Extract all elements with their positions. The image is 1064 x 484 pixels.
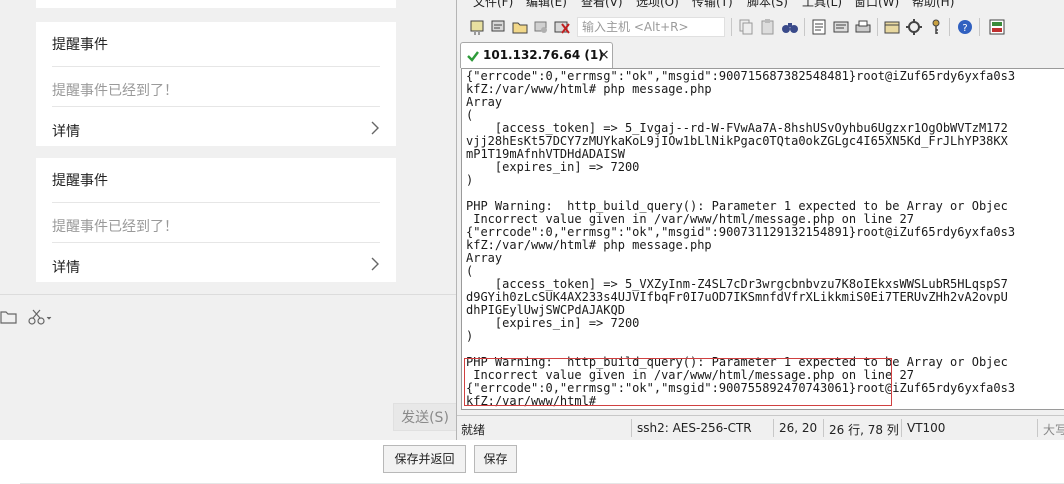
checkmark-icon — [467, 51, 479, 62]
disconnect-icon[interactable] — [553, 18, 571, 36]
reconnect-icon[interactable] — [532, 18, 550, 36]
card-divider — [52, 66, 380, 67]
terminal-line: Array — [466, 95, 503, 109]
save-button[interactable]: 保存 — [474, 445, 517, 473]
status-separator — [631, 419, 632, 437]
folder-icon[interactable] — [0, 308, 18, 326]
message-card-partial — [36, 0, 396, 8]
menu-item-view[interactable]: 查看(V) — [581, 0, 623, 10]
card-divider — [52, 202, 380, 203]
terminal-line: [expires_in] => 7200 — [466, 316, 640, 330]
card-description: 提醒事件已经到了！ — [52, 83, 178, 99]
toolbar-separator — [877, 18, 878, 36]
status-bar: 就绪 ssh2: AES-256-CTR 26, 20 26 行, 78 列 V… — [457, 415, 1064, 440]
status-size: 26 行, 78 列 — [829, 423, 899, 437]
status-separator — [901, 419, 902, 437]
menu-item-script[interactable]: 脚本(S) — [747, 0, 788, 10]
menu-item-edit[interactable]: 编辑(E) — [526, 0, 567, 10]
scissors-icon[interactable] — [28, 308, 54, 326]
app-icon[interactable] — [988, 18, 1006, 36]
chevron-right-icon[interactable] — [370, 256, 380, 272]
status-separator — [1037, 419, 1038, 437]
paste-icon[interactable] — [759, 18, 777, 36]
connect-icon[interactable] — [469, 18, 487, 36]
chevron-right-icon[interactable] — [370, 120, 380, 136]
send-button[interactable]: 发送(S) — [393, 403, 456, 431]
card-title: 提醒事件 — [52, 37, 108, 53]
printer-icon[interactable] — [854, 18, 872, 36]
session-options-icon[interactable] — [883, 18, 901, 36]
terminal-line: ) — [466, 173, 474, 187]
copy-icon[interactable] — [737, 18, 755, 36]
status-cursor: 26, 20 — [779, 421, 818, 435]
toolbar-separator — [979, 18, 980, 36]
svg-text:?: ? — [962, 23, 967, 34]
card-description: 提醒事件已经到了！ — [52, 219, 178, 235]
status-protocol: ssh2: AES-256-CTR — [637, 421, 752, 435]
toolbar-separator — [731, 18, 732, 36]
terminal-line: ) — [466, 329, 474, 343]
status-separator — [823, 419, 824, 437]
print-icon[interactable] — [810, 18, 828, 36]
status-separator — [773, 419, 774, 437]
log-icon[interactable] — [832, 18, 850, 36]
terminal-output[interactable]: {"errcode":0,"errmsg":"ok","msgid":90071… — [461, 68, 1064, 410]
session-tab-label: 101.132.76.64 (1) — [483, 48, 604, 62]
menu-item-options[interactable]: 选项(O) — [636, 0, 679, 10]
chat-panel: 提醒事件 提醒事件已经到了！ 详情 提醒事件 提醒事件已经到了！ 详情 发送(S… — [0, 0, 456, 440]
find-icon[interactable] — [781, 18, 799, 36]
card-detail-link[interactable]: 详情 — [52, 121, 80, 141]
terminal-line: kfZ:/var/www/html# php message.php — [466, 82, 712, 96]
menu-bar: 文件(F) 编辑(E) 查看(V) 选项(O) 传输(T) 脚本(S) 工具(L… — [457, 0, 1064, 10]
message-card[interactable]: 提醒事件 提醒事件已经到了！ 详情 — [36, 158, 396, 282]
quick-connect-icon[interactable] — [490, 18, 508, 36]
terminal-line: [expires_in] => 7200 — [466, 160, 640, 174]
menu-item-transfer[interactable]: 传输(T) — [692, 0, 733, 10]
input-divider — [0, 294, 456, 295]
menu-item-window[interactable]: 窗口(W) — [854, 0, 899, 10]
session-tab[interactable]: 101.132.76.64 (1) × — [460, 42, 613, 68]
save-and-return-button[interactable]: 保存并返回 — [383, 445, 466, 473]
terminal-line: kfZ:/var/www/html# php message.php — [466, 238, 712, 252]
toolbar-separator — [949, 18, 950, 36]
toolbar-separator — [804, 18, 805, 36]
toolbar: 输入主机 <Alt+R> ? — [457, 13, 1064, 41]
menu-item-help[interactable]: 帮助(H) — [912, 0, 954, 10]
card-divider — [52, 242, 380, 243]
settings-icon[interactable] — [905, 18, 923, 36]
menu-item-file[interactable]: 文件(F) — [473, 0, 513, 10]
session-folder-icon[interactable] — [511, 18, 529, 36]
card-detail-link[interactable]: 详情 — [52, 257, 80, 277]
status-terminal-type: VT100 — [907, 421, 946, 435]
terminal-window: 文件(F) 编辑(E) 查看(V) 选项(O) 传输(T) 脚本(S) 工具(L… — [456, 0, 1064, 440]
quick-connect-input[interactable]: 输入主机 <Alt+R> — [577, 17, 725, 37]
menu-item-tools[interactable]: 工具(L) — [802, 0, 842, 10]
key-icon[interactable] — [927, 18, 945, 36]
help-icon[interactable]: ? — [956, 18, 974, 36]
message-card[interactable]: 提醒事件 提醒事件已经到了！ 详情 — [36, 22, 396, 146]
card-divider — [52, 106, 380, 107]
status-caps: 大写 — [1043, 423, 1064, 437]
highlight-annotation — [464, 358, 892, 406]
card-title: 提醒事件 — [52, 173, 108, 189]
close-icon[interactable]: × — [598, 47, 610, 63]
form-actions: 保存并返回 保存 — [0, 440, 1064, 484]
terminal-line: Array — [466, 251, 503, 265]
status-ready: 就绪 — [461, 423, 486, 437]
